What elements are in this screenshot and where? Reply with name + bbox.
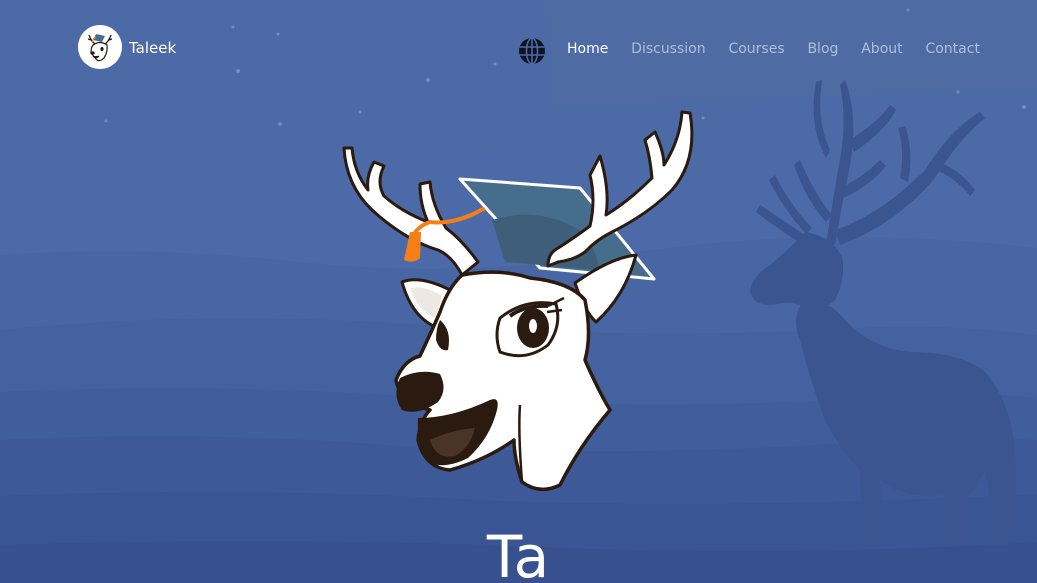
- nav-link-discussion[interactable]: Discussion: [631, 41, 705, 57]
- nav-link-blog[interactable]: Blog: [807, 41, 838, 57]
- nav-link-about[interactable]: About: [861, 41, 902, 57]
- nav-link-home[interactable]: Home: [567, 41, 608, 57]
- hero-section: Taleek Home Discussion Courses Blog Abou…: [0, 0, 1037, 583]
- brand-logo-icon: [78, 25, 122, 69]
- globe-icon: [519, 37, 545, 65]
- nav-link-contact[interactable]: Contact: [925, 41, 979, 57]
- hero-title: Ta: [486, 523, 551, 583]
- nav-menu: Home Discussion Courses Blog About Conta…: [556, 38, 980, 57]
- language-button[interactable]: [518, 37, 546, 65]
- brand-link[interactable]: Taleek: [78, 25, 176, 69]
- navbar: Taleek Home Discussion Courses Blog Abou…: [0, 0, 1037, 95]
- brand-name: Taleek: [129, 39, 177, 57]
- deer-graduation-cap-icon: [342, 110, 694, 492]
- nav-link-courses[interactable]: Courses: [728, 41, 784, 57]
